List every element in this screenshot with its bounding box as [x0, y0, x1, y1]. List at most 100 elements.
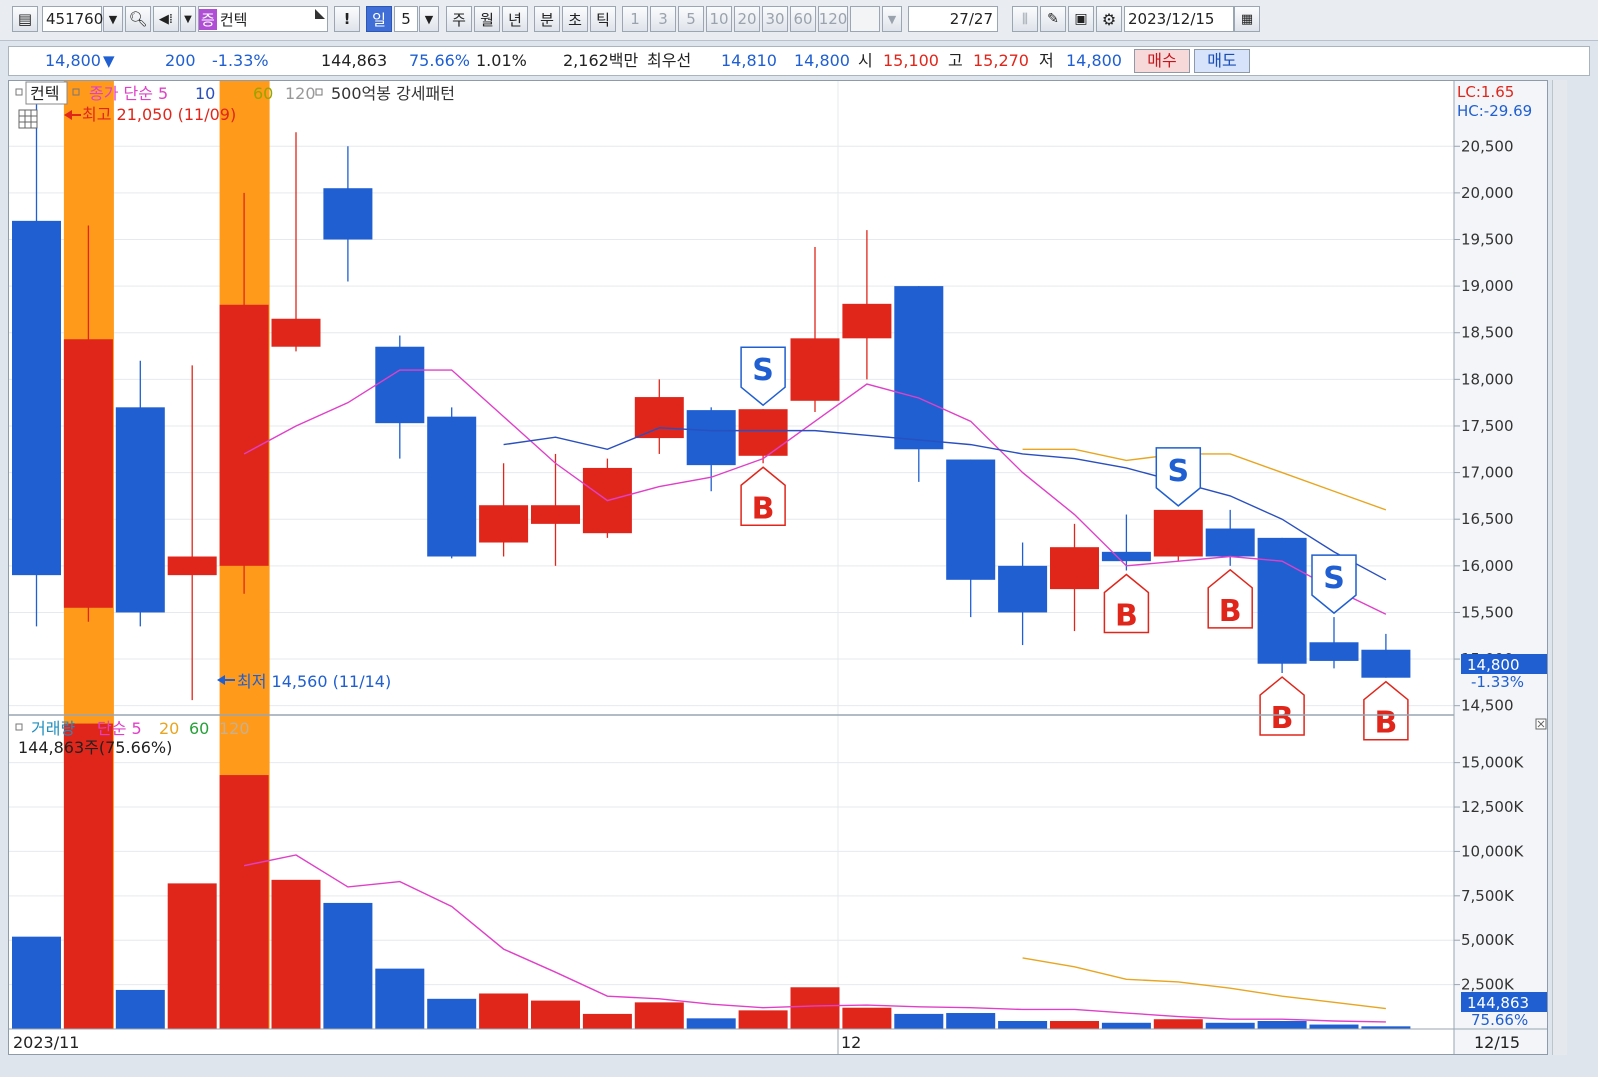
candle-body	[1309, 642, 1359, 661]
candle-body	[115, 407, 165, 613]
volume-bar	[323, 902, 373, 1029]
vol-legend-ma5: 단순 5	[97, 719, 142, 738]
candle-body	[946, 459, 996, 580]
candle	[686, 407, 736, 492]
volume-bar	[738, 1010, 788, 1029]
code-dropdown-icon[interactable]: ▼	[103, 6, 123, 32]
chevron-down-icon[interactable]: ▼	[180, 6, 196, 32]
calendar-icon[interactable]: ▦	[1234, 6, 1260, 32]
period-value[interactable]: 5	[394, 6, 418, 32]
tab-tick[interactable]: 틱	[590, 6, 616, 32]
search-icon[interactable]: 🔍︎	[125, 6, 151, 32]
candle	[167, 365, 217, 701]
quote-change: 200	[165, 51, 196, 70]
vol-tick-label: 12,500K	[1461, 798, 1524, 816]
interval-60[interactable]: 60	[790, 6, 816, 32]
sell-signal: S	[740, 346, 786, 407]
volume-bar	[167, 883, 217, 1029]
min-label: 최저 14,560 (11/14)	[237, 672, 391, 691]
tab-year[interactable]: 년	[502, 6, 528, 32]
vol-tick-label: 10,000K	[1461, 842, 1524, 860]
interval-3[interactable]: 3	[650, 6, 676, 32]
interval-5[interactable]: 5	[678, 6, 704, 32]
volume-bar	[1050, 1021, 1099, 1029]
low-label: 저	[1039, 51, 1054, 70]
volume-bar	[1309, 1024, 1359, 1029]
save-icon[interactable]: ▣	[1068, 6, 1094, 32]
alert-button[interactable]: !	[334, 6, 360, 32]
volume-bar	[375, 968, 425, 1029]
tab-minute[interactable]: 분	[534, 6, 560, 32]
speaker-icon[interactable]: ◀⁞	[153, 6, 179, 32]
candle	[790, 246, 840, 412]
pencil-icon[interactable]: ✎	[1040, 6, 1066, 32]
candle-body	[219, 304, 269, 566]
interval-20[interactable]: 20	[734, 6, 760, 32]
stock-chart[interactable]: S B B S B B S B 20,500 20,000 19,500 19,000 18,500 1…	[9, 81, 1547, 1054]
best-price-label: 최우선	[647, 51, 692, 70]
interval-120[interactable]: 120	[818, 6, 848, 32]
y-tick-label: 15,500	[1461, 603, 1514, 621]
candle-body	[738, 409, 788, 456]
stock-code-input[interactable]: 451760	[42, 6, 103, 32]
candle-body	[12, 220, 61, 576]
table-icon[interactable]	[18, 109, 38, 129]
buy-signal: B	[740, 466, 786, 526]
interval-custom-input[interactable]	[850, 6, 880, 32]
vertical-scrollbar[interactable]	[1552, 80, 1567, 1055]
interval-dropdown-icon[interactable]: ▼	[882, 6, 902, 32]
candle	[12, 94, 61, 627]
stock-name-field[interactable]: 증 컨텍	[198, 6, 328, 32]
page-counter: 27/27	[908, 6, 998, 32]
buy-signal-label: B	[1115, 598, 1138, 633]
toolbar: ▤ 451760 ▼ 🔍︎ ◀⁞ ▼ 증 컨텍 ! 일 5 ▼ 주 월 년 분 …	[0, 0, 1598, 41]
tab-second[interactable]: 초	[562, 6, 588, 32]
buy-signal: B	[1103, 573, 1150, 633]
chart-area[interactable]: S B B S B B S B 20,500 20,000 19,500 19,000 18,500 1…	[8, 80, 1548, 1055]
y-tick-label: 18,500	[1461, 324, 1514, 342]
sell-button[interactable]: 매도	[1194, 49, 1250, 73]
legend-box-icon	[315, 88, 323, 96]
buy-signal: B	[1207, 568, 1253, 629]
candle-body	[479, 505, 529, 543]
volume-bar	[1205, 1022, 1255, 1029]
buy-signal: B	[1259, 676, 1305, 736]
buy-signal: B	[1363, 680, 1409, 741]
sell-signal: S	[1311, 554, 1357, 615]
candle-body	[63, 339, 113, 608]
y-tick-label: 14,500	[1461, 697, 1514, 715]
quote-amount: 2,162백만	[563, 51, 639, 70]
candle	[271, 132, 321, 352]
period-dropdown-icon[interactable]: ▼	[419, 6, 439, 32]
volume-bar	[946, 1013, 996, 1029]
date-input[interactable]: 2023/12/15	[1124, 6, 1234, 32]
volume-bar	[219, 775, 269, 1029]
bars-icon[interactable]: ⫼	[1012, 6, 1038, 32]
stock-name: 컨텍	[219, 10, 248, 29]
interval-10[interactable]: 10	[706, 6, 732, 32]
screen-menu-icon[interactable]: ▤	[12, 6, 38, 32]
volume-bar	[842, 1007, 892, 1029]
high-label: 고	[948, 51, 963, 70]
vol-tick-label: 2,500K	[1461, 976, 1515, 994]
sell-signal-label: S	[1323, 561, 1345, 596]
tab-month[interactable]: 월	[474, 6, 500, 32]
volume-bar	[790, 987, 840, 1029]
candle	[738, 409, 788, 464]
tab-day[interactable]: 일	[366, 6, 392, 32]
candle	[375, 335, 425, 459]
buy-signal-label: B	[1271, 701, 1294, 736]
tab-week[interactable]: 주	[446, 6, 472, 32]
interval-1[interactable]: 1	[622, 6, 648, 32]
candle-body	[271, 318, 321, 347]
candle	[1153, 509, 1203, 562]
candle	[1050, 523, 1099, 632]
high-price: 15,270	[973, 51, 1029, 70]
gear-icon[interactable]: ⚙	[1096, 6, 1122, 32]
interval-30[interactable]: 30	[762, 6, 788, 32]
corner-triangle-icon	[315, 9, 325, 19]
buy-button[interactable]: 매수	[1134, 49, 1190, 73]
buy-signal-label: B	[1219, 594, 1242, 629]
candle-body	[323, 188, 373, 240]
quote-change-pct: -1.33%	[212, 51, 269, 70]
